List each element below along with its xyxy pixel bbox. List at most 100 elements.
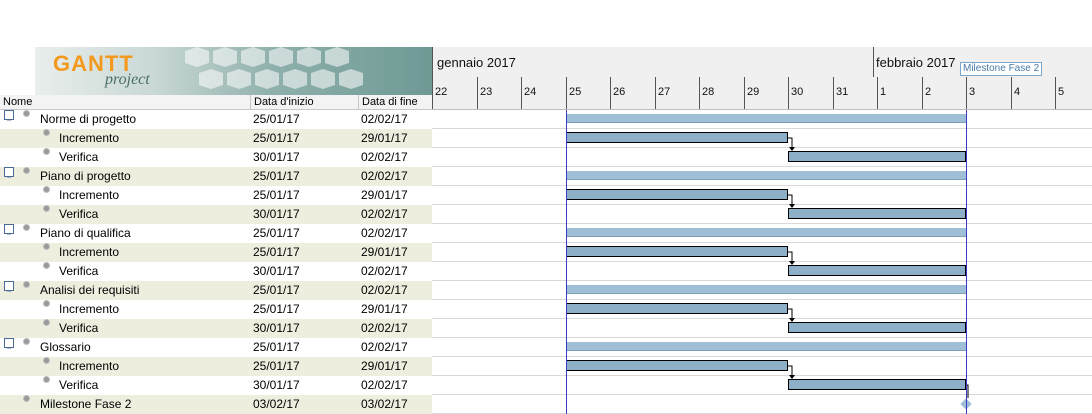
task-start-date[interactable]: 25/01/17 [253, 167, 300, 186]
column-divider[interactable] [358, 95, 359, 110]
task-row[interactable]: Verifica 30/01/17 02/02/17 [0, 148, 432, 167]
task-bullet-icon [23, 224, 30, 231]
day-label: 25 [569, 86, 582, 98]
task-row-summary[interactable]: − Piano di qualifica 25/01/17 02/02/17 [0, 224, 432, 243]
task-start-date[interactable]: 25/01/17 [253, 186, 300, 205]
task-row[interactable]: Verifica 30/01/17 02/02/17 [0, 262, 432, 281]
logo-subtitle: project [105, 71, 150, 88]
dependency-arrowhead [789, 261, 795, 265]
dependency-arrowhead [789, 318, 795, 322]
dependency-arrowhead [789, 204, 795, 208]
collapse-toggle-icon[interactable]: − [4, 167, 14, 182]
task-end-date[interactable]: 29/01/17 [361, 300, 408, 319]
column-header-start[interactable]: Data d'inizio [254, 95, 314, 109]
task-name[interactable]: Verifica [59, 262, 98, 281]
task-bullet-icon [43, 300, 50, 307]
day-label: 24 [524, 86, 537, 98]
task-start-date[interactable]: 25/01/17 [253, 357, 300, 376]
task-end-date[interactable]: 02/02/17 [361, 281, 408, 300]
day-label: 28 [702, 86, 715, 98]
task-name[interactable]: Norme di progetto [40, 110, 136, 129]
task-name[interactable]: Verifica [59, 148, 98, 167]
task-bullet-icon [43, 376, 50, 383]
task-start-date[interactable]: 25/01/17 [253, 338, 300, 357]
gantt-chart-area[interactable] [432, 110, 1092, 414]
task-start-date[interactable]: 25/01/17 [253, 300, 300, 319]
task-end-date[interactable]: 02/02/17 [361, 148, 408, 167]
task-end-date[interactable]: 02/02/17 [361, 205, 408, 224]
task-bullet-icon [23, 281, 30, 288]
task-row-summary[interactable]: − Analisi dei requisiti 25/01/17 02/02/17 [0, 281, 432, 300]
task-name[interactable]: Verifica [59, 376, 98, 395]
task-end-date[interactable]: 29/01/17 [361, 129, 408, 148]
collapse-toggle-icon[interactable]: − [4, 338, 14, 353]
task-bullet-icon [43, 205, 50, 212]
task-row[interactable]: Incremento 25/01/17 29/01/17 [0, 129, 432, 148]
task-end-date[interactable]: 02/02/17 [361, 110, 408, 129]
dependency-arrowhead [789, 147, 795, 151]
task-end-date[interactable]: 02/02/17 [361, 338, 408, 357]
task-row[interactable]: Incremento 25/01/17 29/01/17 [0, 186, 432, 205]
task-start-date[interactable]: 03/02/17 [253, 395, 300, 414]
task-start-date[interactable]: 25/01/17 [253, 110, 300, 129]
task-bullet-icon [43, 243, 50, 250]
task-start-date[interactable]: 30/01/17 [253, 205, 300, 224]
task-bullet-icon [43, 129, 50, 136]
day-label: 22 [435, 86, 448, 98]
task-start-date[interactable]: 30/01/17 [253, 148, 300, 167]
task-end-date[interactable]: 29/01/17 [361, 357, 408, 376]
task-start-date[interactable]: 30/01/17 [253, 262, 300, 281]
task-row[interactable]: Incremento 25/01/17 29/01/17 [0, 300, 432, 319]
task-name[interactable]: Incremento [59, 129, 119, 148]
task-start-date[interactable]: 25/01/17 [253, 243, 300, 262]
task-end-date[interactable]: 29/01/17 [361, 243, 408, 262]
task-start-date[interactable]: 25/01/17 [253, 281, 300, 300]
task-row-summary[interactable]: − Piano di progetto 25/01/17 02/02/17 [0, 167, 432, 186]
task-start-date[interactable]: 30/01/17 [253, 319, 300, 338]
gantt-project-logo: GANTT project [35, 47, 432, 95]
task-row[interactable]: Verifica 30/01/17 02/02/17 [0, 205, 432, 224]
task-row-summary[interactable]: − Glossario 25/01/17 02/02/17 [0, 338, 432, 357]
task-bullet-icon [43, 262, 50, 269]
month-label-february: febbraio 2017 [876, 55, 956, 70]
task-row-summary[interactable]: − Norme di progetto 25/01/17 02/02/17 [0, 110, 432, 129]
task-name[interactable]: Verifica [59, 319, 98, 338]
task-end-date[interactable]: 02/02/17 [361, 262, 408, 281]
day-label: 4 [1014, 86, 1021, 98]
task-start-date[interactable]: 25/01/17 [253, 129, 300, 148]
task-name[interactable]: Incremento [59, 357, 119, 376]
task-start-date[interactable]: 30/01/17 [253, 376, 300, 395]
task-name[interactable]: Piano di progetto [40, 167, 131, 186]
task-start-date[interactable]: 25/01/17 [253, 224, 300, 243]
day-label: 1 [880, 86, 887, 98]
task-name[interactable]: Analisi dei requisiti [40, 281, 139, 300]
timeline-ticks [432, 47, 1056, 109]
task-name[interactable]: Milestone Fase 2 [40, 395, 131, 414]
task-end-date[interactable]: 03/02/17 [361, 395, 408, 414]
collapse-toggle-icon[interactable]: − [4, 281, 14, 296]
task-name[interactable]: Incremento [59, 300, 119, 319]
task-end-date[interactable]: 02/02/17 [361, 376, 408, 395]
task-row[interactable]: Verifica 30/01/17 02/02/17 [0, 319, 432, 338]
collapse-toggle-icon[interactable]: − [4, 224, 14, 239]
task-end-date[interactable]: 02/02/17 [361, 224, 408, 243]
task-end-date[interactable]: 02/02/17 [361, 319, 408, 338]
task-name[interactable]: Glossario [40, 338, 91, 357]
collapse-toggle-icon[interactable]: − [4, 110, 14, 125]
task-name[interactable]: Piano di qualifica [40, 224, 131, 243]
task-bullet-icon [43, 319, 50, 326]
column-header-end[interactable]: Data di fine [362, 95, 418, 109]
task-row-summary[interactable]: Milestone Fase 2 03/02/17 03/02/17 [0, 395, 432, 414]
task-row[interactable]: Incremento 25/01/17 29/01/17 [0, 357, 432, 376]
task-row[interactable]: Verifica 30/01/17 02/02/17 [0, 376, 432, 395]
task-name[interactable]: Incremento [59, 186, 119, 205]
task-end-date[interactable]: 29/01/17 [361, 186, 408, 205]
day-label: 3 [969, 86, 976, 98]
task-end-date[interactable]: 02/02/17 [361, 167, 408, 186]
column-header-name[interactable]: Nome [3, 95, 32, 109]
timeline-marker-line [966, 110, 967, 414]
column-divider[interactable] [250, 95, 251, 110]
task-row[interactable]: Incremento 25/01/17 29/01/17 [0, 243, 432, 262]
task-name[interactable]: Incremento [59, 243, 119, 262]
task-name[interactable]: Verifica [59, 205, 98, 224]
